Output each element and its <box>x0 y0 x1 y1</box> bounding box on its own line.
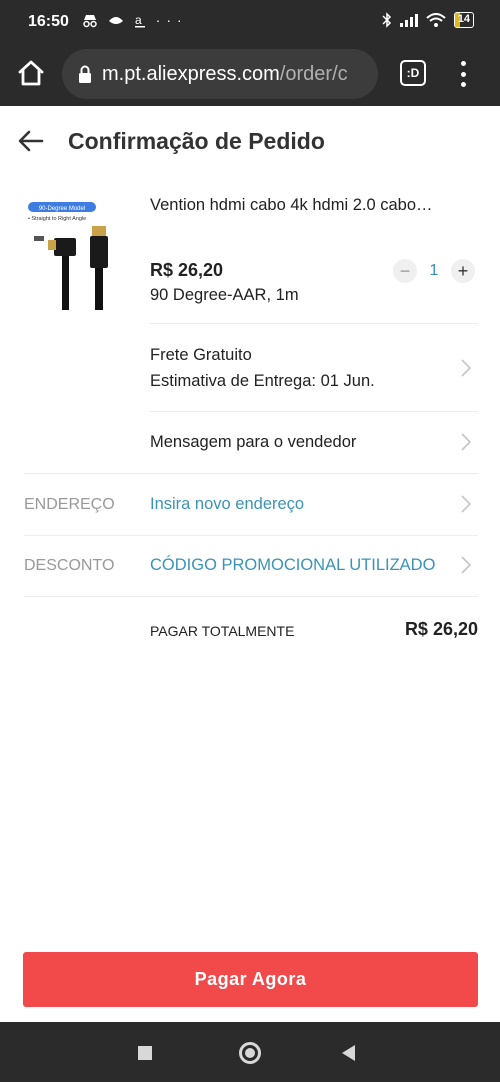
recent-apps-icon[interactable] <box>138 1046 152 1060</box>
status-more: ··· <box>155 12 188 28</box>
status-notification-icons: a ··· <box>82 12 188 29</box>
divider <box>24 596 478 597</box>
total-label: PAGAR TOTALMENTE <box>150 623 295 639</box>
address-bar[interactable]: m.pt.aliexpress.com/order/c <box>62 49 378 99</box>
chevron-right-icon <box>461 495 472 513</box>
status-time: 16:50 <box>28 13 69 30</box>
product-image[interactable]: 90-Degree Model • Straight to Right Angl… <box>24 196 136 314</box>
svg-text:a: a <box>135 13 146 27</box>
divider <box>24 473 478 474</box>
tabs-button[interactable]: :D <box>400 60 426 86</box>
total-value: R$ 26,20 <box>404 619 478 639</box>
browser-menu-icon[interactable] <box>455 59 471 89</box>
system-nav-bar <box>0 1022 500 1082</box>
chevron-right-icon <box>461 433 472 451</box>
back-arrow-icon[interactable] <box>18 130 44 152</box>
divider <box>150 323 478 324</box>
back-triangle-icon[interactable] <box>342 1045 355 1061</box>
notification-icon <box>108 17 123 25</box>
page-header: Confirmação de Pedido <box>0 106 500 178</box>
shipping-free-label: Frete Gratuito <box>150 346 252 364</box>
chevron-right-icon <box>461 359 472 377</box>
url-host: m.pt.aliexpress.com <box>102 62 280 85</box>
message-seller-label: Mensagem para o vendedor <box>150 433 357 451</box>
increase-quantity-button[interactable]: + <box>451 259 475 283</box>
chevron-right-icon <box>461 556 472 574</box>
discount-label: DESCONTO <box>24 557 115 574</box>
bluetooth-icon <box>382 12 391 28</box>
shipping-estimate: Estimativa de Entrega: 01 Jun. <box>150 372 375 390</box>
lock-icon <box>79 65 91 83</box>
url-path: /order/c <box>279 62 348 85</box>
product-price: R$ 26,20 <box>150 260 224 280</box>
quantity-stepper: − 1 + <box>393 259 475 283</box>
discount-link[interactable]: CÓDIGO PROMOCIONAL UTILIZADO <box>150 556 435 575</box>
divider <box>150 411 478 412</box>
incognito-icon <box>83 15 97 28</box>
amazon-icon: a <box>134 13 146 28</box>
address-link[interactable]: Insira novo endereço <box>150 495 304 514</box>
address-label: ENDEREÇO <box>24 496 115 513</box>
product-name[interactable]: Vention hdmi cabo 4k hdmi 2.0 cabo… <box>150 196 470 215</box>
decrease-quantity-button[interactable]: − <box>393 259 417 283</box>
browser-toolbar: m.pt.aliexpress.com/order/c :D <box>0 44 500 106</box>
status-right: 14 <box>382 12 474 28</box>
signal-icon <box>399 14 418 27</box>
home-icon[interactable] <box>16 58 46 88</box>
home-circle-icon[interactable] <box>239 1042 261 1064</box>
status-bar: 16:50 a ··· 14 <box>0 0 500 44</box>
page-title: Confirmação de Pedido <box>68 128 325 154</box>
pay-now-button[interactable]: Pagar Agora <box>23 952 478 1007</box>
wifi-icon <box>426 13 446 27</box>
divider <box>24 535 478 536</box>
product-variant: 90 Degree-AAR, 1m <box>150 286 299 304</box>
product-image-subcaption: • Straight to Right Angle <box>28 216 86 222</box>
quantity-value: 1 <box>429 262 439 279</box>
product-image-caption: 90-Degree Model <box>39 206 85 212</box>
battery-indicator: 14 <box>453 12 474 28</box>
